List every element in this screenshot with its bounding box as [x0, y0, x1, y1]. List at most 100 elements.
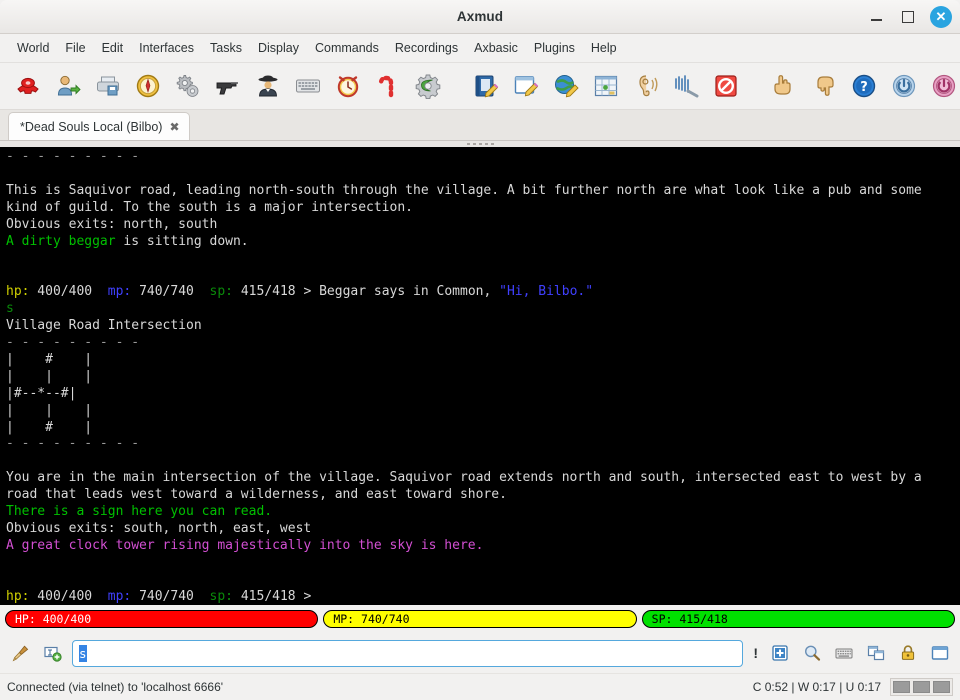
terminal-text: "Hi, Bilbo."	[499, 284, 594, 300]
session-clocks: C 0:52 | W 0:17 | U 0:17	[752, 680, 881, 694]
terminal-text: There is a sign here you can read.	[6, 504, 273, 520]
green-gear-icon[interactable]	[412, 71, 443, 102]
terminal-text: 740/740	[131, 588, 210, 604]
terminal-line: - - - - - - - - -	[6, 149, 954, 166]
menu-item-help[interactable]: Help	[583, 38, 625, 58]
hp-gauge: HP: 400/400	[5, 610, 319, 628]
window-indicator-box[interactable]	[893, 681, 910, 693]
add-textview-icon[interactable]	[40, 641, 64, 665]
compass-icon[interactable]	[132, 71, 163, 102]
menu-item-commands[interactable]: Commands	[307, 38, 387, 58]
menu-item-plugins[interactable]: Plugins	[526, 38, 583, 58]
terminal-text: |#--*--#|	[6, 385, 77, 401]
command-input[interactable]: s	[72, 639, 744, 667]
lock-icon[interactable]	[896, 641, 920, 665]
menu-item-file[interactable]: File	[57, 38, 93, 58]
session-tab[interactable]: *Dead Souls Local (Bilbo) ✖	[8, 112, 190, 140]
terminal-line: A great clock tower rising majestically …	[6, 538, 954, 555]
map-grid-icon[interactable]	[590, 71, 621, 102]
settings-gears-icon[interactable]	[172, 71, 203, 102]
terminal-text: s	[6, 301, 14, 317]
terminal-line: A dirty beggar is sitting down.	[6, 234, 954, 251]
close-button[interactable]: ✕	[930, 5, 952, 28]
terminal-line: s	[6, 301, 954, 318]
save-printer-icon[interactable]	[92, 71, 123, 102]
window-indicators[interactable]	[890, 678, 953, 696]
menu-bar: World File Edit Interfaces Tasks Display Comma…	[0, 34, 960, 63]
axmud-main-window: Axmud ✕ World File Edit Interfaces Tasks Disp…	[0, 0, 960, 700]
terminal-line: | | |	[6, 403, 954, 420]
menu-item-world[interactable]: World	[9, 38, 57, 58]
login-user-icon[interactable]	[52, 71, 83, 102]
terminal-text: | # |	[6, 351, 93, 367]
mute-prohibited-icon[interactable]	[710, 71, 741, 102]
terminal-output[interactable]: - - - - - - - - - This is Saquivor road,…	[0, 147, 960, 605]
hand-down-icon[interactable]	[808, 71, 839, 102]
detective-icon[interactable]	[252, 71, 283, 102]
terminal-text: Village Road Intersection	[6, 318, 202, 334]
sound-wave-icon[interactable]	[670, 71, 701, 102]
candy-cane-icon[interactable]	[372, 71, 403, 102]
command-input-bar: s !	[0, 633, 960, 673]
terminal-line: kind of guild. To the south is a major i…	[6, 200, 954, 217]
terminal-line: - - - - - - - - -	[6, 436, 954, 453]
window-indicator-box[interactable]	[913, 681, 930, 693]
terminal-line: You are in the main intersection of the …	[6, 470, 954, 487]
broom-clear-icon[interactable]	[8, 641, 32, 665]
terminal-line: | | |	[6, 369, 954, 386]
terminal-text: 415/418 > Beggar says in Common,	[233, 284, 500, 300]
maximize-button[interactable]	[898, 7, 918, 27]
status-right-group: C 0:52 | W 0:17 | U 0:17	[753, 678, 953, 696]
red-power-icon[interactable]	[928, 71, 959, 102]
menu-item-interfaces[interactable]: Interfaces	[131, 38, 202, 58]
terminal-line: | # |	[6, 420, 954, 437]
menu-item-recordings[interactable]: Recordings	[387, 38, 466, 58]
terminal-line: Village Road Intersection	[6, 318, 954, 335]
split-window-icon[interactable]	[864, 641, 888, 665]
terminal-text: - - - - - - - - -	[6, 436, 140, 452]
globe-edit-icon[interactable]	[550, 71, 581, 102]
menu-item-tasks[interactable]: Tasks	[202, 38, 250, 58]
terminal-line: This is Saquivor road, leading north-sou…	[6, 183, 954, 200]
terminal-text: 400/400	[29, 588, 108, 604]
listen-ear-icon[interactable]	[630, 71, 661, 102]
add-plus-icon[interactable]	[768, 641, 792, 665]
main-toolbar: ?	[0, 63, 960, 110]
terminal-text: 740/740	[131, 284, 210, 300]
terminal-line: hp: 400/400 mp: 740/740 sp: 415/418 > Be…	[6, 284, 954, 301]
terminal-text: road that leads west toward a wilderness…	[6, 487, 507, 503]
alarm-clock-icon[interactable]	[332, 71, 363, 102]
window-indicator-box[interactable]	[933, 681, 950, 693]
terminal-text: mp:	[107, 588, 132, 604]
svg-text:?: ?	[860, 80, 868, 95]
terminal-text: hp:	[6, 588, 30, 604]
minimize-button[interactable]	[866, 7, 886, 27]
gun-icon[interactable]	[212, 71, 243, 102]
status-bar: Connected (via telnet) to 'localhost 666…	[0, 673, 960, 700]
search-magnifier-icon[interactable]	[800, 641, 824, 665]
keyboard-icon[interactable]	[832, 641, 856, 665]
terminal-text: | | |	[6, 368, 93, 384]
command-bang-label[interactable]: !	[751, 645, 760, 661]
window-title: Axmud	[456, 9, 504, 24]
terminal-text: | # |	[6, 419, 93, 435]
window-icon[interactable]	[928, 641, 952, 665]
menu-item-display[interactable]: Display	[250, 38, 307, 58]
tab-close-icon[interactable]: ✖	[169, 121, 179, 133]
window-edit-icon[interactable]	[510, 71, 541, 102]
gauge-label: SP: 415/418	[651, 612, 728, 626]
hand-up-icon[interactable]	[768, 71, 799, 102]
blue-power-icon[interactable]	[888, 71, 919, 102]
menu-item-axbasic[interactable]: Axbasic	[466, 38, 526, 58]
terminal-text: is sitting down.	[115, 233, 249, 249]
terminal-text: A dirty beggar	[6, 233, 116, 249]
help-question-icon[interactable]: ?	[848, 71, 879, 102]
keyboard-icon[interactable]	[292, 71, 323, 102]
notebook-edit-icon[interactable]	[470, 71, 501, 102]
menu-item-edit[interactable]: Edit	[94, 38, 132, 58]
connect-telephone-icon[interactable]	[12, 71, 43, 102]
